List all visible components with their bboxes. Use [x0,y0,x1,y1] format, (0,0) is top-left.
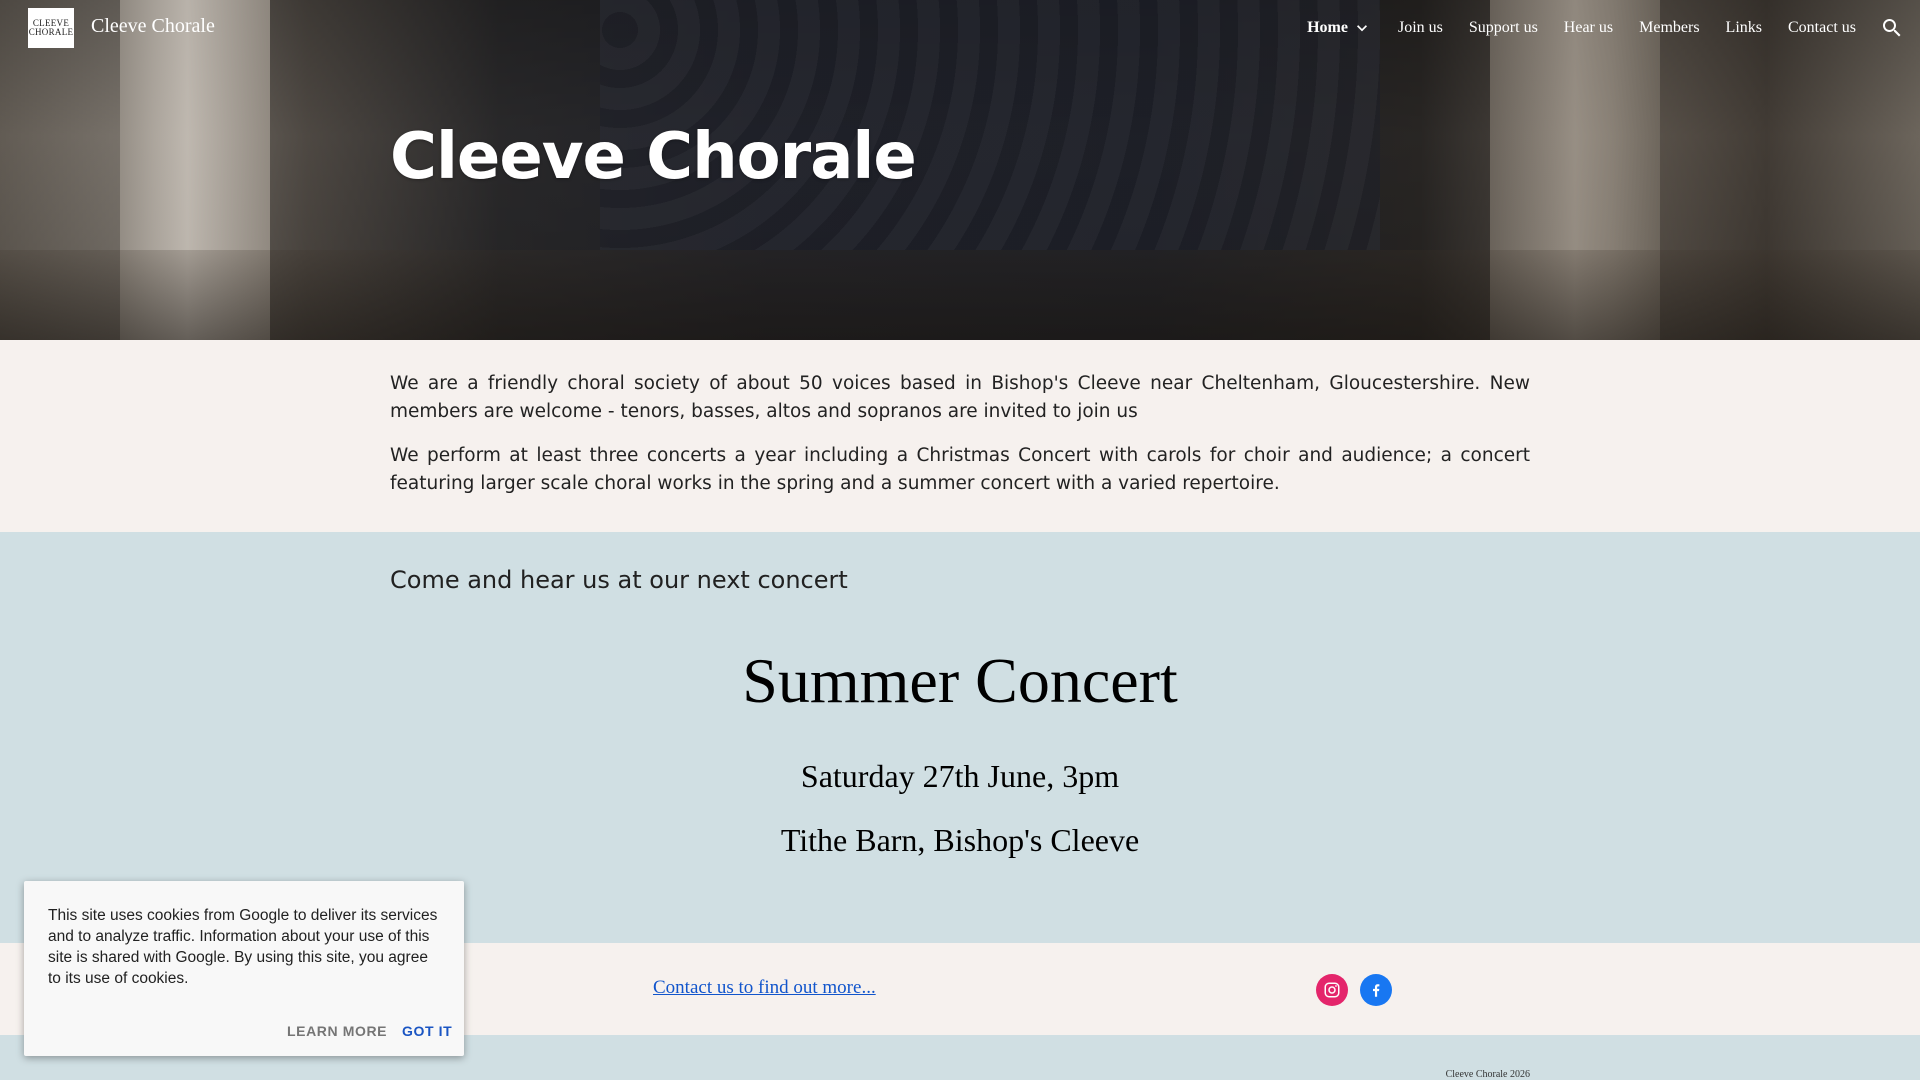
facebook-icon[interactable] [1360,974,1392,1006]
got-it-button[interactable]: GOT IT [402,1023,452,1039]
nav-item-members[interactable]: Members [1639,19,1699,37]
nav-item-join-us[interactable]: Join us [1398,19,1443,37]
nav-item-links[interactable]: Links [1726,19,1762,37]
concert-date: Saturday 27th June, 3pm [800,758,1120,794]
contact-link[interactable]: Contact us to find out more... [653,977,876,999]
instagram-glyph [1324,982,1340,998]
facebook-glyph [1373,984,1380,997]
footer-copyright: Cleeve Chorale 2026 [1445,1069,1530,1080]
nav-item-support-us[interactable]: Support us [1469,19,1538,37]
nav-item-home[interactable]: Home [1307,18,1372,38]
intro-paragraph: We are a friendly choral society of abou… [390,373,1530,422]
nav-item-hear-us[interactable]: Hear us [1564,19,1613,37]
chevron-down-icon[interactable] [1352,18,1372,38]
hero-background-floor [0,250,1920,340]
main-nav: Home Join us Support us Hear us Members … [1307,0,1920,56]
intro-section: We are a friendly choral society of abou… [0,340,1920,532]
concert-subheading: Come and hear us at our next concert [390,566,848,594]
nav-item-contact-us[interactable]: Contact us [1788,19,1856,37]
intro-paragraph: We perform at least three concerts a yea… [390,445,1530,494]
site-logo[interactable]: CLEEVE CHORALE [28,8,74,48]
nav-item-label: Home [1307,19,1348,36]
site-title[interactable]: Cleeve Chorale [91,15,215,38]
cookie-banner: This site uses cookies from Google to de… [24,881,464,1056]
cookie-message: This site uses cookies from Google to de… [48,907,438,987]
concert-venue: Tithe Barn, Bishop's Cleeve [780,822,1140,858]
instagram-icon[interactable] [1316,974,1348,1006]
concert-title: Summer Concert [742,645,1178,716]
logo-text-line2: CHORALE [28,27,74,37]
learn-more-button[interactable]: LEARN MORE [287,1023,387,1039]
page-title: Cleeve Chorale [390,120,917,194]
search-icon[interactable] [1880,16,1904,40]
